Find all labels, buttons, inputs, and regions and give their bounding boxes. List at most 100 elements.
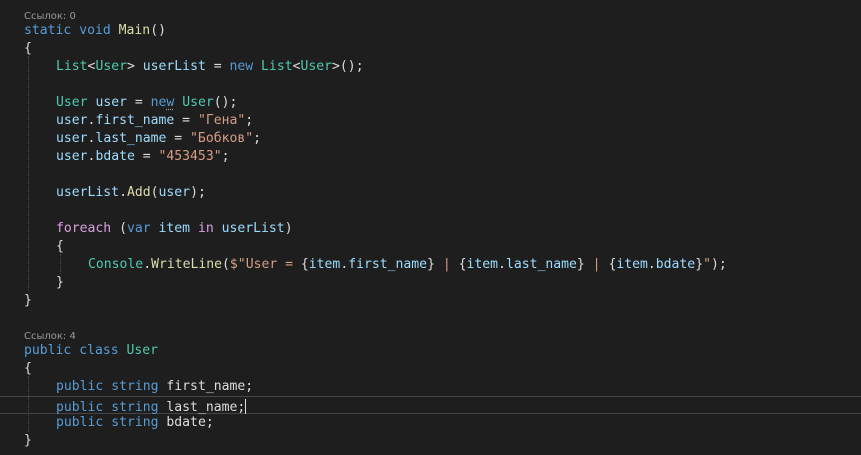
keyword: public [24,343,72,358]
code-editor[interactable]: Ссылок: 0 static void Main() { List<User… [0,0,861,455]
operator: = [126,95,151,110]
variable: user [158,185,191,200]
indent-guide [28,376,29,432]
punctuation: > [332,59,340,74]
keyword: string [111,400,159,415]
punctuation: ; [245,113,254,128]
keyword: string [111,415,159,430]
indent-guide [60,254,61,274]
code-line-brace: { [56,238,64,256]
punctuation: ); [190,185,206,200]
variable: user [56,113,88,128]
punctuation: } [24,293,32,308]
punctuation: ; [253,131,262,146]
code-line-brace: } [56,274,64,292]
type-name: User [182,95,214,110]
variable: user [56,131,88,146]
type-name: Console [88,257,144,272]
punctuation: > [126,59,135,74]
punctuation: ; [237,400,246,415]
variable: userList [142,59,206,74]
field-name: bdate [166,415,206,430]
variable: userList [221,221,285,236]
code-line-brace: } [24,292,32,310]
operator: = [134,149,159,164]
code-line-brace: { [24,40,32,58]
code-line-class-declaration: public class User [24,342,158,360]
field-name: last_name [505,257,577,272]
keyword: new [229,59,254,74]
punctuation: ( [222,257,230,272]
type-name: User [126,343,159,358]
code-line-list-declaration: List<User> userList = new List<User>(); [56,58,364,76]
punctuation: { [56,239,64,254]
variable: user [95,95,127,110]
keyword: string [111,379,159,394]
punctuation: (); [213,95,238,110]
operator: = [174,113,198,128]
field-name: last_name [166,400,238,415]
keyword: static [24,23,72,38]
indent-guide [28,56,29,290]
code-line-assign-bdate: user.bdate = "453453"; [56,148,229,166]
string-literal: | [584,257,609,272]
punctuation: ( [119,221,127,236]
punctuation: (); [339,59,364,74]
code-line-console-writeline: Console.WriteLine($"User = {item.first_n… [88,256,727,274]
code-line-user-declaration: User user = new User(); [56,94,237,112]
punctuation: ; [221,149,230,164]
type-name: User [56,95,88,110]
interpolation-brace: { [458,257,467,272]
operator: = [205,59,230,74]
variable: item [158,221,191,236]
method-name: WriteLine [151,257,223,272]
keyword: public [56,379,104,394]
keyword: var [126,221,151,236]
code-line-field-last-name[interactable]: public string last_name; [56,396,247,415]
code-line-field-bdate: public string bdate; [56,414,214,432]
punctuation: . [119,185,127,200]
string-literal: "Бобков" [190,131,254,146]
keyword: class [79,343,119,358]
punctuation: () [150,23,166,38]
code-line-brace: { [24,360,32,378]
code-line-method-signature: static void Main() [24,22,166,40]
type-name: User [300,59,333,74]
punctuation: ); [710,257,727,272]
keyword-part: ne [150,95,167,110]
type-name: User [95,59,127,74]
interpolation-brace: } [576,257,585,272]
code-line-field-first-name: public string first_name; [56,378,253,396]
method-name: Main [118,23,151,38]
string-literal: User = [245,257,301,272]
type-name: List [56,59,88,74]
code-line-assign-last-name: user.last_name = "Бобков"; [56,130,261,148]
field-name: bdate [95,149,135,164]
string-literal: " [703,257,711,272]
interpolation-brace: } [427,257,435,272]
code-line-brace: } [24,432,32,450]
code-line-list-add: userList.Add(user); [56,184,206,202]
punctuation: } [56,275,64,290]
keyword: void [79,23,111,38]
punctuation: . [647,257,656,272]
string-literal: $" [229,257,246,272]
text-caret [245,399,247,414]
variable: userList [56,185,120,200]
type-name: List [261,59,293,74]
keyword: public [56,400,104,415]
variable: item [616,257,648,272]
field-name: first_name [166,379,246,394]
punctuation: ) [284,221,293,236]
operator: = [166,131,191,146]
field-name: bdate [655,257,696,272]
variable: user [56,149,88,164]
punctuation: { [24,41,32,56]
string-literal: "Гена" [197,113,246,128]
field-name: first_name [95,113,175,128]
control-keyword: foreach [56,221,112,236]
code-line-assign-first-name: user.first_name = "Гена"; [56,112,253,130]
punctuation: { [24,361,32,376]
punctuation: ( [150,185,159,200]
suggestion-squiggle[interactable]: w [166,95,174,110]
